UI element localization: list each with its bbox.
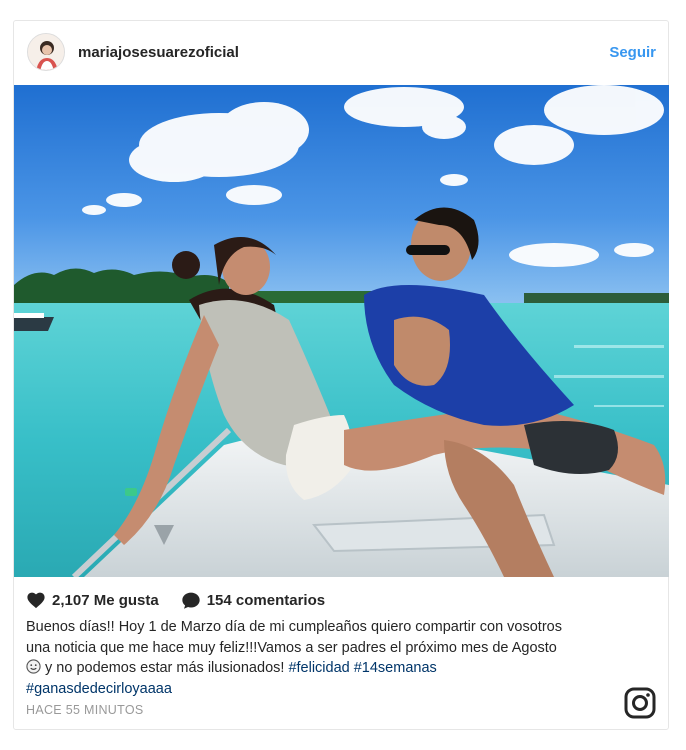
smiley-emoji-icon	[26, 659, 41, 674]
post-timestamp[interactable]: HACE 55 MINUTOS	[26, 703, 144, 717]
photo-image	[14, 85, 669, 577]
comments-button[interactable]: 154 comentarios	[181, 591, 325, 610]
hashtag-14semanas[interactable]: #14semanas	[354, 660, 437, 676]
follow-button[interactable]: Seguir	[609, 44, 656, 61]
instagram-logo-icon[interactable]	[624, 687, 656, 719]
heart-icon	[27, 592, 45, 609]
post-header: mariajosesuarezoficial Seguir	[14, 21, 668, 85]
comment-icon	[182, 592, 200, 609]
username-link[interactable]: mariajosesuarezoficial	[78, 44, 239, 61]
likes-count[interactable]: 2,107 Me gusta	[52, 592, 159, 609]
post-actions: 2,107 Me gusta 154 comentarios	[26, 589, 347, 611]
instagram-post-card: mariajosesuarezoficial Seguir 2,107 Me g…	[13, 20, 669, 730]
comments-count[interactable]: 154 comentarios	[207, 592, 325, 609]
like-button[interactable]: 2,107 Me gusta	[26, 591, 159, 609]
avatar[interactable]	[27, 33, 65, 71]
avatar-image	[28, 34, 64, 70]
caption-line-3: y no podemos estar más ilusionados!	[41, 660, 289, 676]
caption-line-2: una noticia que me hace muy feliz!!!Vamo…	[26, 639, 557, 656]
hashtag-felicidad[interactable]: #felicidad	[288, 660, 349, 676]
caption-line-1: Buenos días!! Hoy 1 de Marzo día de mi c…	[26, 619, 562, 635]
post-caption: Buenos días!! Hoy 1 de Marzo día de mi c…	[26, 617, 646, 699]
hashtag-ganasdedecirloyaaaa[interactable]: #ganasdedecirloyaaaa	[26, 681, 172, 697]
post-photo[interactable]	[14, 85, 669, 577]
